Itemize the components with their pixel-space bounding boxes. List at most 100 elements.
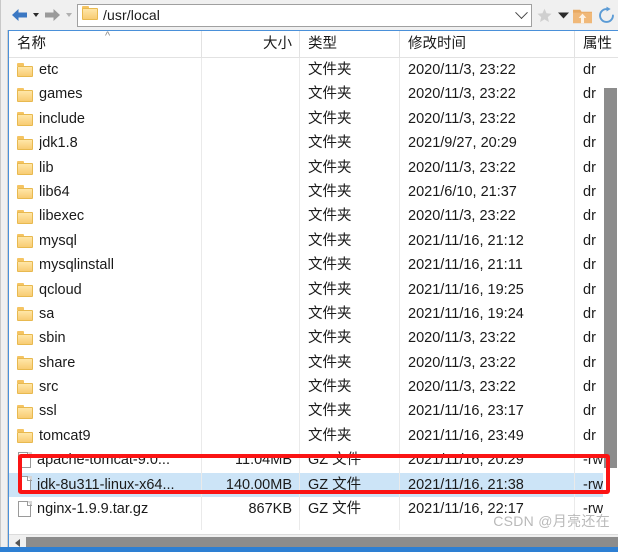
vertical-scrollbar[interactable] (603, 88, 618, 523)
chevron-down-icon (514, 5, 528, 19)
file-rows: etc 文件夹 2020/11/3, 23:22 dr games 文件夹 2020/11/… (9, 58, 618, 530)
column-header-type[interactable]: 类型 (299, 31, 399, 57)
cell-name: jdk-8u311-linux-x64... (9, 473, 201, 497)
table-row[interactable]: jdk1.8 文件夹 2021/9/27, 20:29 dr (9, 131, 618, 156)
cell-name: lib (9, 156, 201, 180)
column-header-date[interactable]: 修改时间 (399, 31, 574, 57)
cell-date: 2020/11/3, 23:22 (399, 106, 574, 132)
file-name-label: lib (39, 159, 54, 176)
folder-icon (17, 355, 34, 370)
file-name-label: sbin (39, 330, 66, 347)
file-icon (18, 451, 32, 469)
file-name-label: include (39, 110, 85, 127)
favorites-button[interactable] (532, 2, 556, 28)
table-row[interactable]: mysql 文件夹 2021/11/16, 21:12 dr (9, 228, 618, 254)
cell-size (201, 106, 299, 132)
cell-type: 文件夹 (299, 106, 399, 132)
folder-icon (17, 258, 34, 273)
table-row[interactable]: share 文件夹 2020/11/3, 23:22 dr (9, 350, 618, 376)
column-header-name[interactable]: 名称 ^ (9, 31, 201, 57)
forward-button[interactable] (41, 3, 63, 27)
cell-date: 2021/9/27, 20:29 (399, 131, 574, 156)
favorites-dropdown[interactable] (556, 2, 570, 28)
forward-history-dropdown[interactable] (63, 3, 74, 27)
column-header-row: 名称 ^ 大小 类型 修改时间 属性 (9, 31, 618, 58)
cell-type: 文件夹 (299, 131, 399, 156)
back-button[interactable] (8, 3, 30, 27)
cell-date: 2021/11/16, 21:38 (399, 472, 574, 498)
table-row[interactable]: games 文件夹 2020/11/3, 23:22 dr (9, 82, 618, 107)
file-name-label: apache-tomcat-9.0... (37, 452, 170, 469)
refresh-button[interactable] (594, 2, 618, 28)
column-header-type-label: 类型 (308, 36, 337, 52)
upload-button[interactable] (570, 2, 594, 28)
table-row[interactable]: src 文件夹 2020/11/3, 23:22 dr (9, 375, 618, 400)
cell-name: mysql (9, 229, 201, 253)
table-row[interactable]: qcloud 文件夹 2021/11/16, 19:25 dr (9, 277, 618, 302)
table-row[interactable]: ssl 文件夹 2021/11/16, 23:17 dr (9, 399, 618, 424)
table-row[interactable]: lib64 文件夹 2021/6/10, 21:37 dr (9, 179, 618, 205)
cell-date: 2021/11/16, 19:25 (399, 277, 574, 302)
chevron-down-icon (557, 12, 569, 19)
file-name-label: etc (39, 62, 59, 78)
folder-icon (17, 404, 34, 419)
column-header-attr-label: 属性 (583, 36, 612, 52)
cell-size (201, 179, 299, 205)
cell-size (201, 423, 299, 449)
cell-name: mysqlinstall (9, 253, 201, 277)
cell-date: 2021/11/16, 23:17 (399, 399, 574, 424)
path-history-dropdown[interactable] (511, 5, 531, 26)
cell-attr: dr (574, 58, 618, 83)
cell-type: GZ 文件 (299, 497, 399, 522)
cell-name: tomcat9 (9, 424, 201, 448)
cell-date: 2020/11/3, 23:22 (399, 375, 574, 400)
table-row[interactable]: libexec 文件夹 2020/11/3, 23:22 dr (9, 204, 618, 229)
address-bar[interactable]: /usr/local (77, 3, 532, 27)
folder-icon (17, 307, 34, 322)
cell-type: 文件夹 (299, 301, 399, 327)
cell-size (201, 326, 299, 351)
cell-size: 140.00MB (201, 472, 299, 498)
column-header-attr[interactable]: 属性 (574, 31, 618, 57)
cell-type: 文件夹 (299, 326, 399, 351)
table-row[interactable]: sbin 文件夹 2020/11/3, 23:22 dr (9, 326, 618, 351)
cell-date: 2020/11/3, 23:22 (399, 82, 574, 107)
address-path-text: /usr/local (103, 7, 161, 23)
cell-type: 文件夹 (299, 375, 399, 400)
cell-date: 2020/11/3, 23:22 (399, 155, 574, 180)
toolbar: /usr/local (0, 0, 618, 30)
cell-type: 文件夹 (299, 253, 399, 278)
folder-icon (17, 209, 34, 224)
toolbar-left-edge (0, 0, 8, 30)
table-row[interactable]: include 文件夹 2020/11/3, 23:22 dr (9, 106, 618, 132)
cell-type: 文件夹 (299, 399, 399, 424)
cell-date: 2020/11/3, 23:22 (399, 350, 574, 376)
back-history-dropdown[interactable] (30, 3, 41, 27)
chevron-down-icon (32, 13, 39, 17)
table-row[interactable]: apache-tomcat-9.0... 11.04MB GZ 文件 2021/11/… (9, 448, 618, 473)
file-name-label: jdk-8u311-linux-x64... (37, 476, 175, 493)
cell-size (201, 228, 299, 254)
file-name-label: games (39, 86, 83, 103)
cell-type: 文件夹 (299, 228, 399, 254)
vertical-scrollbar-thumb[interactable] (604, 88, 617, 468)
cell-size (201, 131, 299, 156)
table-row[interactable]: tomcat9 文件夹 2021/11/16, 23:49 dr (9, 423, 618, 449)
table-row[interactable]: lib 文件夹 2020/11/3, 23:22 dr (9, 155, 618, 180)
file-name-label: tomcat9 (39, 427, 91, 444)
sort-ascending-icon: ^ (105, 31, 111, 42)
back-arrow-icon (11, 9, 27, 21)
table-row[interactable]: jdk-8u311-linux-x64... 140.00MB GZ 文件 2021/… (9, 472, 618, 498)
folder-icon (17, 63, 34, 78)
table-row[interactable]: mysqlinstall 文件夹 2021/11/16, 21:11 dr (9, 253, 618, 278)
table-row[interactable]: etc 文件夹 2020/11/3, 23:22 dr (9, 58, 618, 83)
folder-icon (17, 380, 34, 395)
column-header-size[interactable]: 大小 (201, 31, 299, 57)
file-name-label: share (39, 354, 76, 371)
file-icon (18, 476, 32, 493)
folder-icon (17, 111, 34, 126)
cell-size (201, 204, 299, 229)
folder-icon (82, 5, 99, 25)
cell-name: share (9, 351, 201, 375)
table-row[interactable]: sa 文件夹 2021/11/16, 19:24 dr (9, 301, 618, 327)
